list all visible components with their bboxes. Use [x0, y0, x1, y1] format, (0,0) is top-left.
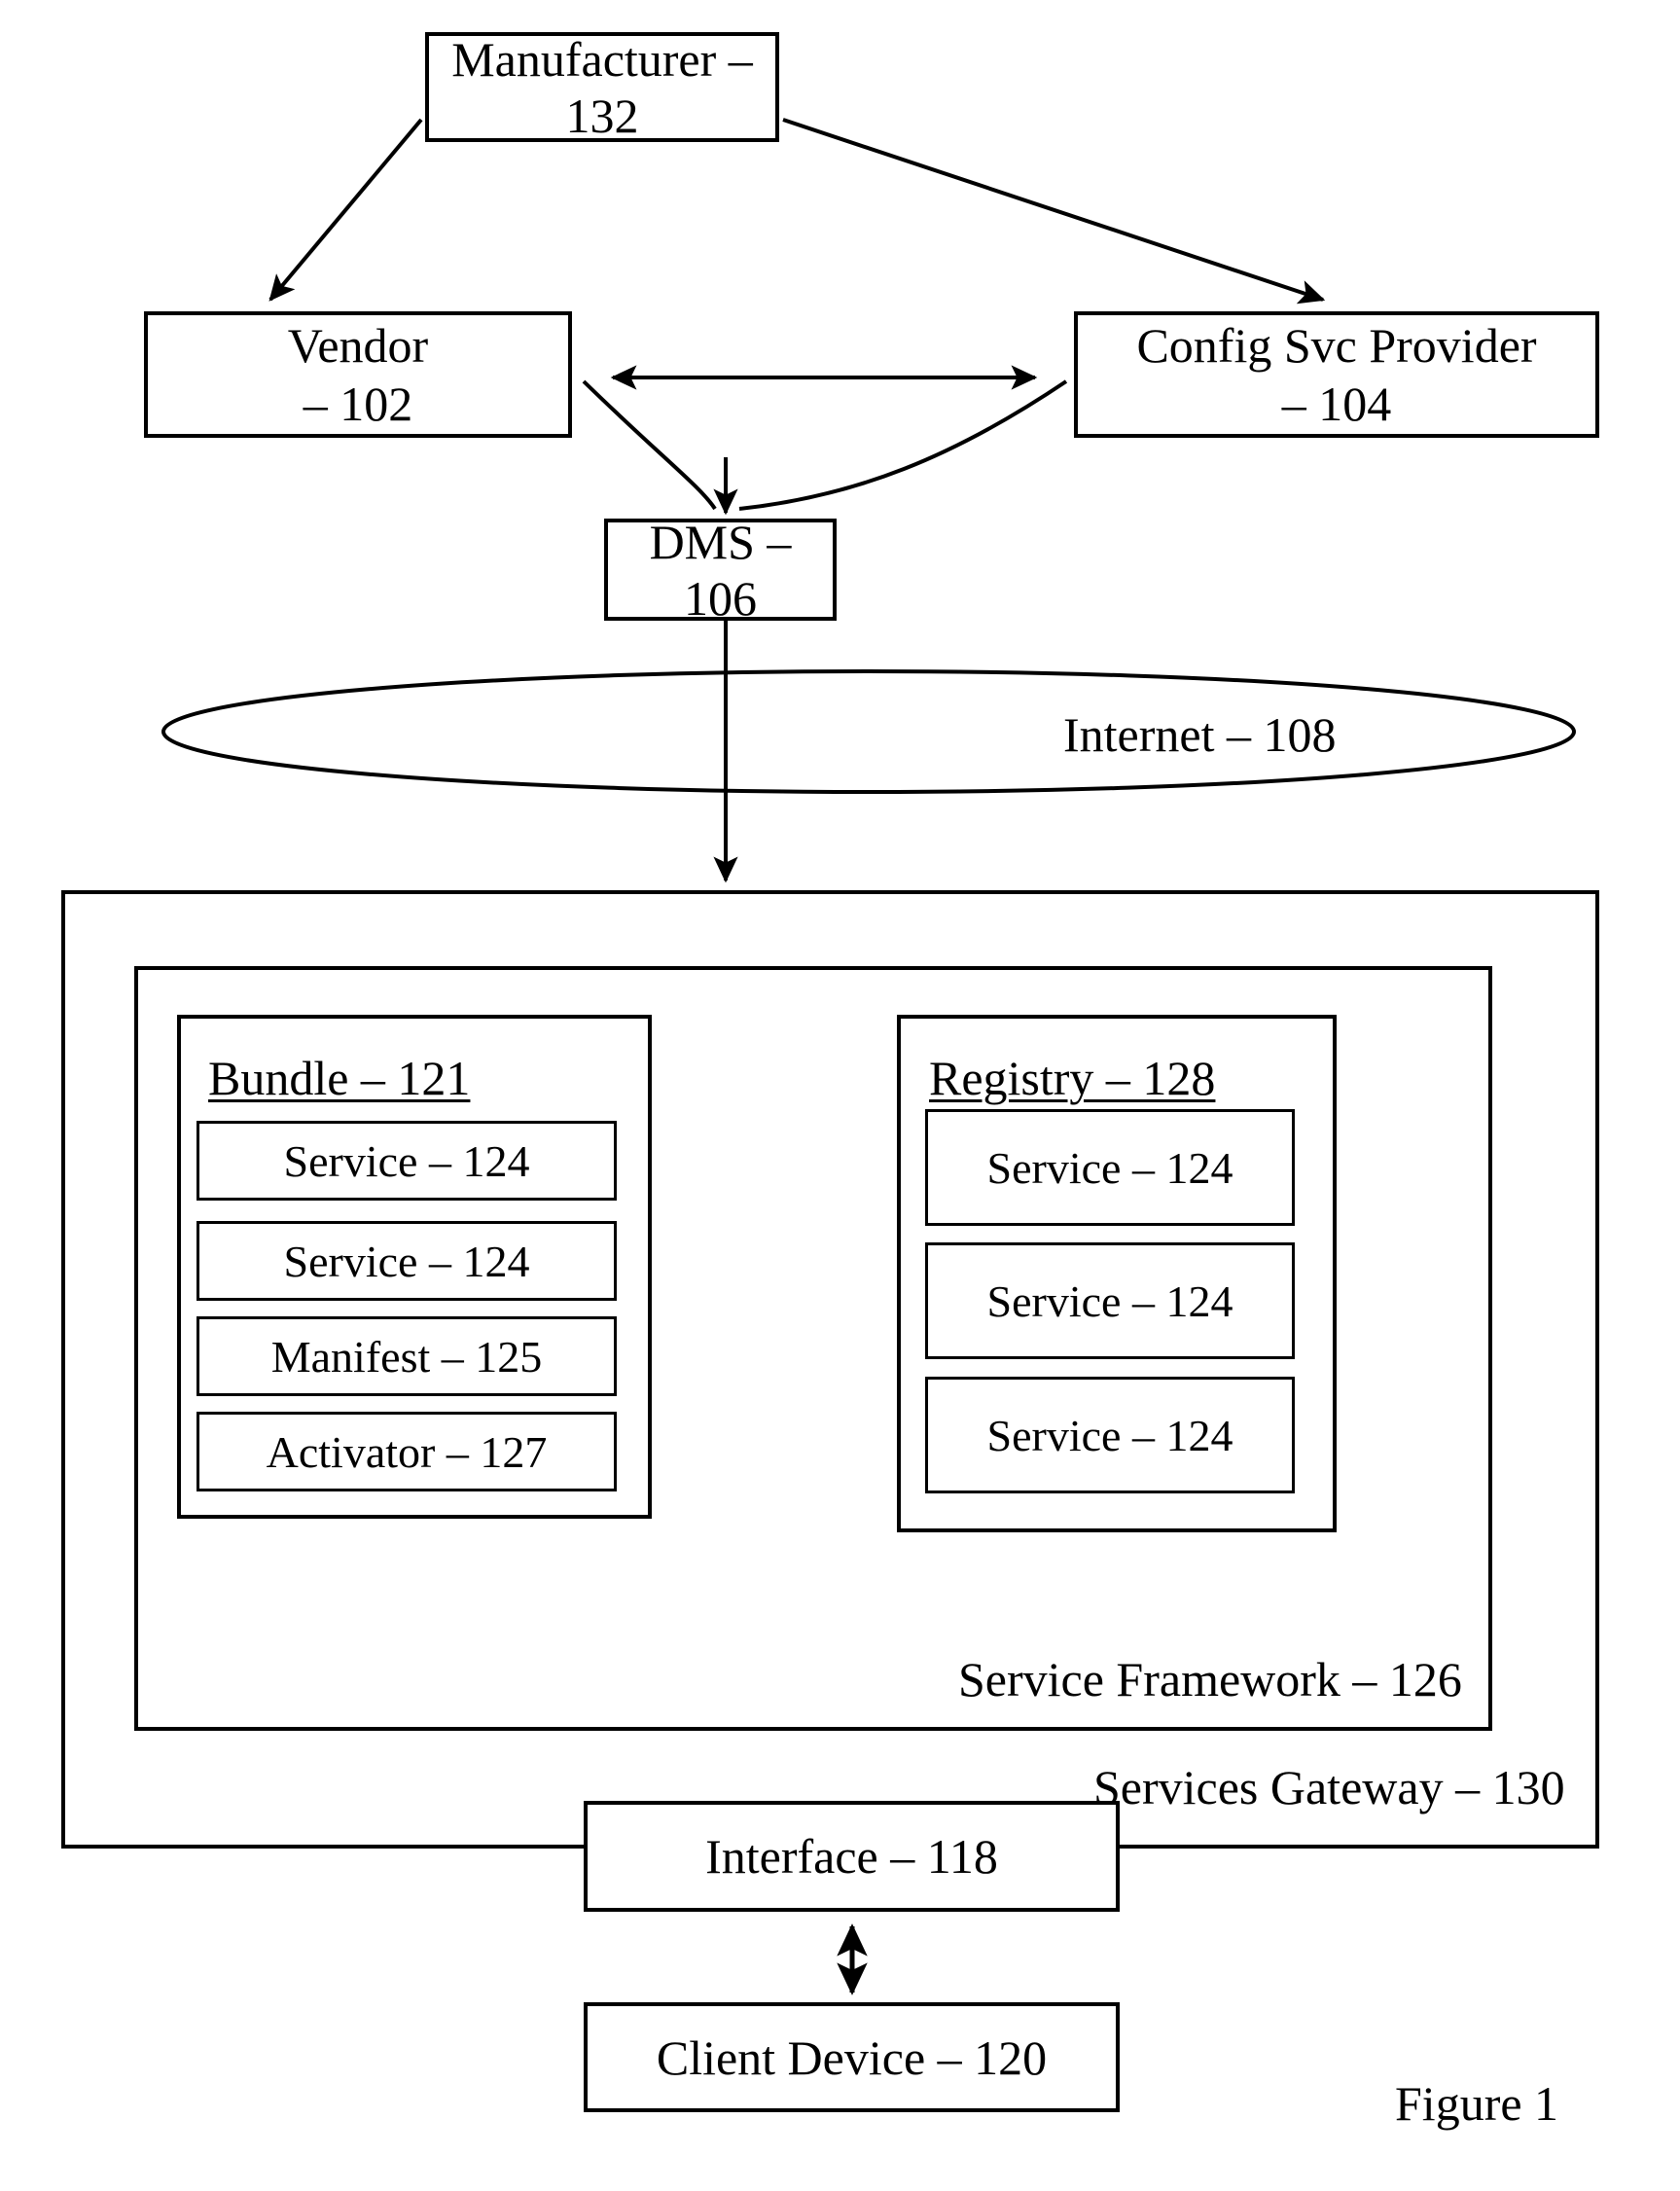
config-svc-provider-label-line2: – 104 [1281, 377, 1392, 431]
registry-item-0: Service – 124 [925, 1109, 1295, 1226]
registry-item-label: Service – 124 [986, 1142, 1233, 1193]
registry-item-2: Service – 124 [925, 1377, 1295, 1493]
arrow-manufacturer-to-vendor [268, 118, 423, 302]
internet-label: Internet – 108 [1063, 707, 1337, 762]
manufacturer-label: Manufacturer – 132 [451, 31, 753, 143]
config-svc-provider-label-line1: Config Svc Provider [1136, 318, 1537, 373]
bundle-item-label: Service – 124 [283, 1236, 530, 1286]
curve-vendor-to-dms [582, 379, 717, 511]
dms-label: DMS – 106 [649, 514, 792, 626]
bundle-item-0: Service – 124 [197, 1121, 617, 1201]
registry-label: Registry – 128 [929, 1051, 1216, 1105]
internet-ellipse [161, 669, 1576, 794]
service-framework-label: Service Framework – 126 [958, 1652, 1462, 1706]
bundle-item-2: Manifest – 125 [197, 1316, 617, 1396]
client-device-label: Client Device – 120 [656, 2029, 1048, 2085]
registry-item-1: Service – 124 [925, 1242, 1295, 1359]
interface-label: Interface – 118 [705, 1829, 998, 1884]
bundle-item-1: Service – 124 [197, 1221, 617, 1301]
dms-box: DMS – 106 [604, 515, 837, 626]
config-svc-provider-box: Config Svc Provider – 104 [1074, 311, 1599, 438]
services-gateway-label: Services Gateway – 130 [1093, 1760, 1565, 1814]
patent-figure-1: Manufacturer – 132 Vendor – 102 Config S… [0, 0, 1680, 2191]
interface-box: Interface – 118 [584, 1801, 1120, 1912]
vendor-label-line2: – 102 [303, 377, 413, 431]
vendor-label-line1: Vendor [287, 318, 429, 373]
vendor-box: Vendor – 102 [144, 311, 572, 438]
manufacturer-box: Manufacturer – 132 [425, 31, 779, 143]
curve-config-to-dms [738, 379, 1068, 511]
bundle-item-label: Manifest – 125 [270, 1331, 543, 1382]
registry-item-label: Service – 124 [986, 1275, 1233, 1326]
bundle-item-3: Activator – 127 [197, 1412, 617, 1491]
figure-caption: Figure 1 [1395, 2076, 1559, 2131]
bundle-item-label: Service – 124 [283, 1135, 530, 1186]
client-device-box: Client Device – 120 [584, 2002, 1120, 2112]
bundle-item-label: Activator – 127 [266, 1426, 548, 1477]
bundle-label: Bundle – 121 [208, 1051, 471, 1105]
registry-item-label: Service – 124 [986, 1410, 1233, 1460]
arrow-manufacturer-to-config-svc-provider [782, 118, 1326, 305]
